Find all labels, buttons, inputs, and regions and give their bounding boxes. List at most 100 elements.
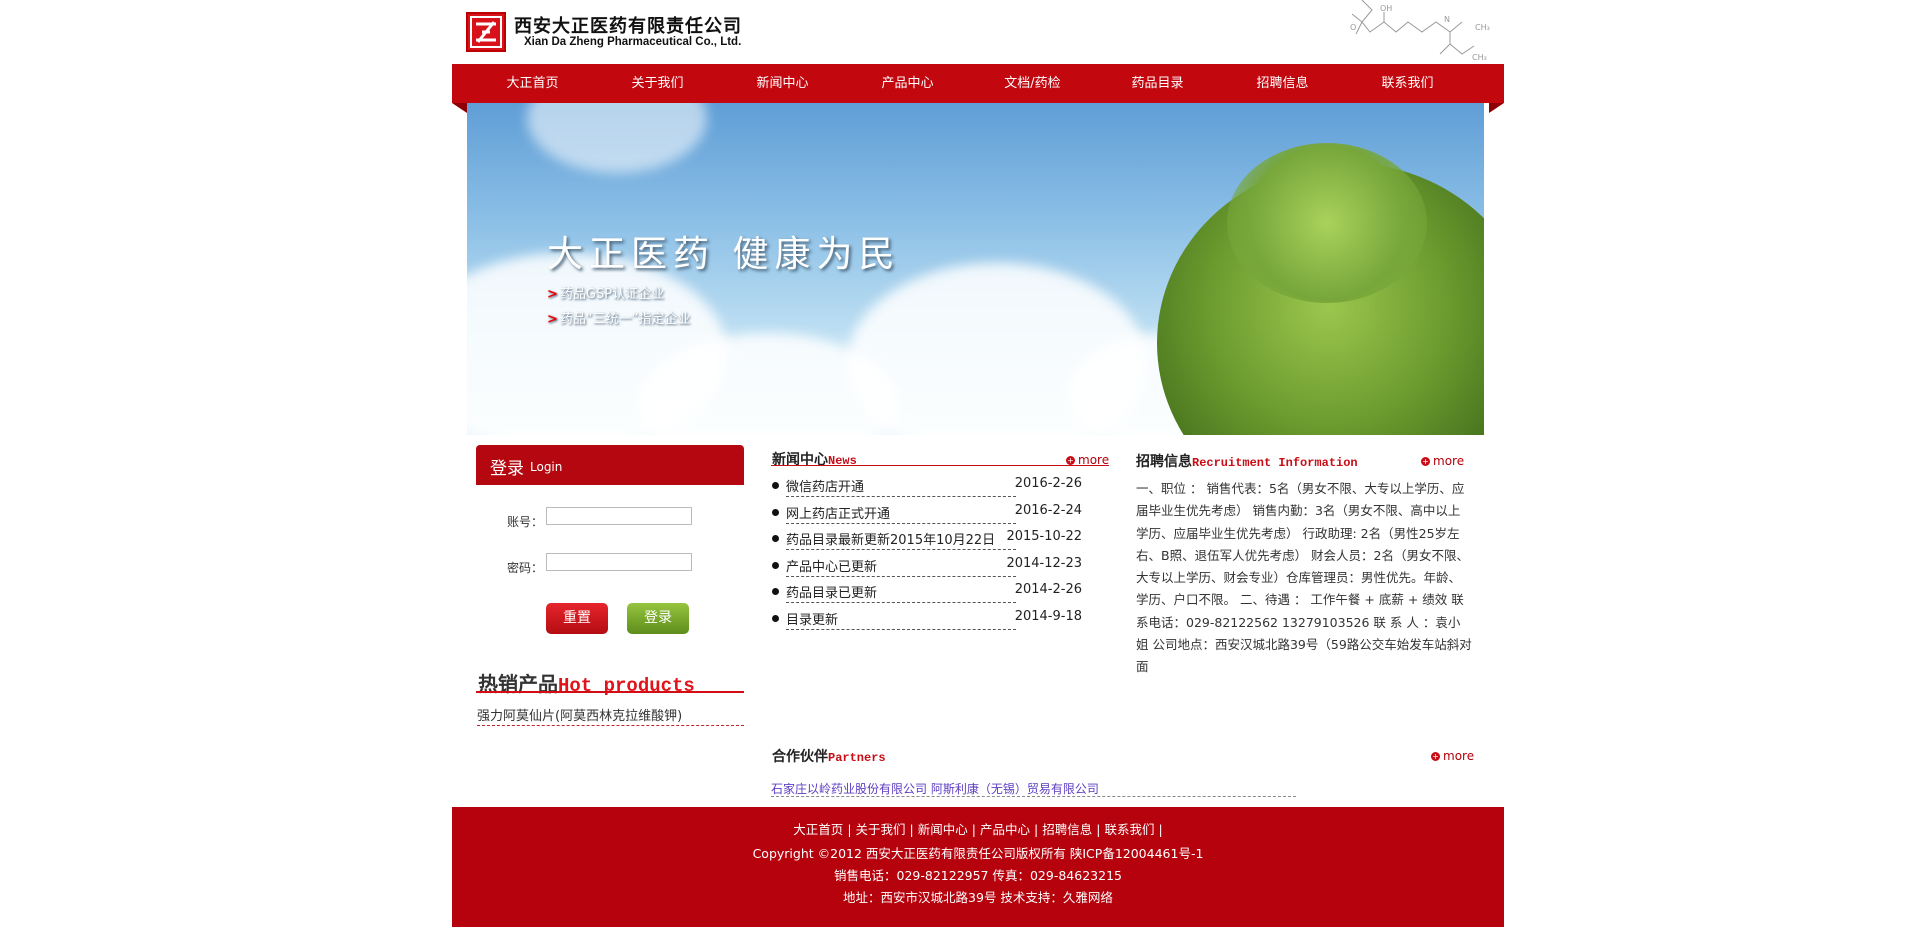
main-nav: 大正首页 关于我们 新闻中心 产品中心 文档/药检 药品目录 招聘信息 联系我们 bbox=[452, 64, 1504, 103]
hot-products-title-en: Hot products bbox=[558, 675, 695, 697]
bullet-icon bbox=[772, 508, 779, 516]
login-title-en: Login bbox=[530, 460, 563, 474]
news-item-title[interactable]: 产品中心已更新 bbox=[786, 556, 877, 575]
footer-address: 地址：西安市汉城北路39号 技术支持：久雅网络 bbox=[843, 890, 1113, 905]
svg-text:CH₃: CH₃ bbox=[1475, 23, 1490, 32]
nav-item[interactable]: 招聘信息 bbox=[1220, 64, 1345, 103]
news-item-underline bbox=[786, 575, 1016, 577]
bullet-icon bbox=[772, 588, 779, 595]
news-item-title[interactable]: 网上药店正式开通 bbox=[786, 503, 890, 522]
news-list: 微信药店开通 2016-2-26 网上药店正式开通 2016-2-24 药品目录最新更新… bbox=[772, 476, 1082, 635]
partners-more-label: more bbox=[1443, 749, 1475, 763]
news-item-underline bbox=[786, 549, 1016, 550]
company-logo-icon[interactable] bbox=[466, 12, 506, 52]
password-input[interactable] bbox=[546, 553, 692, 571]
sun-glow bbox=[527, 103, 707, 173]
account-input[interactable] bbox=[546, 507, 692, 525]
partners-links[interactable]: 石家庄以岭药业股份有限公司 阿斯利康（无锡）贸易有限公司 bbox=[771, 780, 1099, 797]
news-item-underline bbox=[786, 496, 1016, 497]
recruit-title-en: Recruitment Information bbox=[1192, 456, 1358, 470]
footer-nav-item[interactable]: 产品中心 bbox=[980, 822, 1030, 837]
nav-corner-left bbox=[452, 103, 467, 113]
news-item-title[interactable]: 目录更新 bbox=[786, 609, 838, 628]
nav-item[interactable]: 新闻中心 bbox=[720, 64, 845, 103]
news-item-underline bbox=[786, 602, 1016, 603]
footer-nav-item[interactable]: 大正首页 bbox=[793, 822, 843, 837]
nav-item[interactable]: 联系我们 bbox=[1345, 64, 1470, 103]
news-divider bbox=[771, 465, 1109, 466]
hot-product-item[interactable]: 强力阿莫仙片(阿莫西林克拉维酸钾) bbox=[477, 705, 744, 726]
news-item-date: 2014-12-23 bbox=[1006, 555, 1082, 571]
hot-products-divider bbox=[476, 691, 744, 693]
svg-text:CH₃: CH₃ bbox=[1472, 53, 1487, 62]
bullet-icon bbox=[772, 614, 779, 622]
news-item[interactable]: 药品目录最新更新2015年10月22日 2015-10-22 bbox=[772, 529, 1082, 556]
news-item-title[interactable]: 药品目录已更新 bbox=[786, 582, 877, 601]
partners-title-cn: 合作伙伴 bbox=[772, 749, 828, 765]
nav-corner-right bbox=[1489, 103, 1504, 113]
account-label: 账号： bbox=[507, 515, 544, 529]
partners-more-link[interactable]: + more bbox=[1431, 749, 1474, 763]
site-header: 西安大正医药有限责任公司 Xian Da Zheng Pharmaceutica… bbox=[452, 0, 1504, 63]
site-footer: 大正首页 | 关于我们 | 新闻中心 | 产品中心 | 招聘信息 | 联系我们 | Copyright… bbox=[452, 807, 1504, 927]
footer-nav-separator: | bbox=[1158, 822, 1163, 837]
reset-button[interactable]: 重置 bbox=[546, 603, 608, 634]
footer-nav-separator: | bbox=[847, 822, 852, 837]
plus-icon: + bbox=[1066, 456, 1075, 465]
footer-copyright: Copyright ©2012 西安大正医药有限责任公司版权所有 陕ICP备12… bbox=[752, 846, 1204, 861]
nav-item[interactable]: 关于我们 bbox=[595, 64, 720, 103]
molecule-decoration-icon: OH N CH₃ CH₃ O bbox=[1350, 0, 1490, 62]
company-name-cn: 西安大正医药有限责任公司 bbox=[514, 16, 742, 37]
nav-item[interactable]: 文档/药检 bbox=[970, 64, 1095, 103]
news-item[interactable]: 微信药店开通 2016-2-26 bbox=[772, 476, 1082, 503]
recruit-section-title: 招聘信息Recruitment Information bbox=[1136, 451, 1358, 471]
footer-nav-item[interactable]: 新闻中心 bbox=[918, 822, 968, 837]
banner-line-1: > 药品GSP认证企业 bbox=[547, 287, 665, 302]
news-item[interactable]: 产品中心已更新 2014-12-23 bbox=[772, 556, 1082, 583]
recruit-title-cn: 招聘信息 bbox=[1136, 454, 1192, 470]
partners-divider bbox=[771, 796, 1296, 797]
footer-nav-separator: | bbox=[1034, 822, 1039, 837]
news-item-date: 2014-2-26 bbox=[1014, 582, 1082, 597]
nav-item[interactable]: 药品目录 bbox=[1095, 64, 1220, 103]
news-item[interactable]: 药品目录已更新 2014-2-26 bbox=[772, 582, 1082, 609]
footer-nav-item[interactable]: 关于我们 bbox=[856, 822, 906, 837]
nav-item[interactable]: 产品中心 bbox=[845, 64, 970, 103]
footer-nav-item[interactable]: 联系我们 bbox=[1104, 822, 1154, 837]
news-item-underline bbox=[786, 628, 1016, 630]
nav-item[interactable]: 大正首页 bbox=[470, 64, 595, 103]
footer-nav-item[interactable]: 招聘信息 bbox=[1042, 822, 1092, 837]
news-item-title[interactable]: 药品目录最新更新2015年10月22日 bbox=[786, 529, 995, 548]
recruit-more-link[interactable]: + more bbox=[1421, 454, 1464, 468]
hero-banner: 大正医药 健康为民 > 药品GSP认证企业 > 药品“三统一”指定企业 bbox=[467, 103, 1484, 435]
footer-phone: 销售电话：029-82122957 传真：029-84623215 bbox=[834, 868, 1122, 883]
login-button[interactable]: 登录 bbox=[627, 603, 689, 634]
tree-highlight bbox=[1227, 143, 1427, 303]
news-item-date: 2015-10-22 bbox=[1006, 529, 1082, 544]
svg-text:O: O bbox=[1350, 23, 1356, 32]
banner-slogan: 大正医药 健康为民 bbox=[547, 234, 901, 275]
news-item-title[interactable]: 微信药店开通 bbox=[786, 476, 864, 495]
news-item-date: 2016-2-24 bbox=[1014, 502, 1082, 518]
bullet-icon bbox=[772, 561, 779, 569]
plus-icon: + bbox=[1421, 457, 1430, 466]
page: 西安大正医药有限责任公司 Xian Da Zheng Pharmaceutica… bbox=[0, 0, 1919, 942]
svg-text:N: N bbox=[1444, 15, 1450, 24]
news-section-title: 新闻中心News bbox=[772, 449, 857, 469]
footer-nav: 大正首页 | 关于我们 | 新闻中心 | 产品中心 | 招聘信息 | 联系我们 | bbox=[452, 819, 1504, 838]
footer-nav-separator: | bbox=[1096, 822, 1101, 837]
bullet-icon bbox=[772, 535, 779, 542]
footer-nav-separator: | bbox=[909, 822, 914, 837]
password-label: 密码： bbox=[507, 561, 544, 575]
partners-title-en: Partners bbox=[828, 751, 886, 765]
recruit-text: 一、职位 ： 销售代表：5名（男女不限、大专以上学历、应届毕业生优先考虑） 销售… bbox=[1136, 481, 1472, 675]
news-item[interactable]: 目录更新 2014-9-18 bbox=[772, 609, 1082, 636]
news-item[interactable]: 网上药店正式开通 2016-2-24 bbox=[772, 503, 1082, 530]
login-title: 登录 bbox=[490, 459, 524, 479]
banner-line-2: > 药品“三统一”指定企业 bbox=[547, 312, 691, 327]
news-item-date: 2016-2-26 bbox=[1014, 476, 1082, 491]
footer-nav-separator: | bbox=[971, 822, 976, 837]
company-name-en: Xian Da Zheng Pharmaceutical Co., Ltd. bbox=[524, 36, 742, 48]
partners-section-title: 合作伙伴Partners bbox=[772, 746, 886, 766]
bullet-icon bbox=[772, 482, 779, 489]
